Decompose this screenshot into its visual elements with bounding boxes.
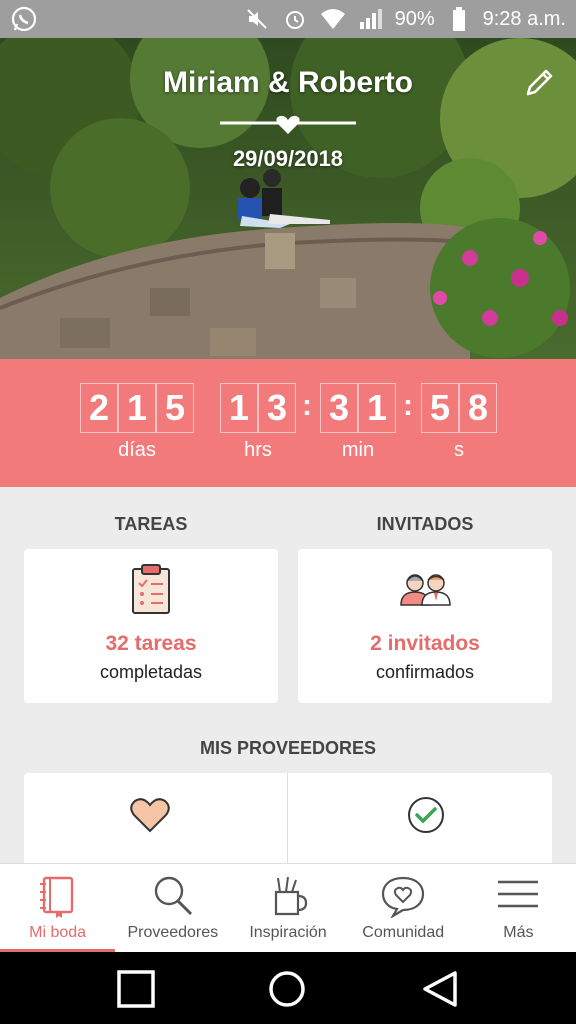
vendors-favorites-tile[interactable] [24,773,287,863]
mute-icon [243,5,271,33]
whatsapp-icon [10,5,38,33]
inspiration-icon [274,876,308,916]
nav-label: Comunidad [362,924,445,941]
clock-time: 9:28 a.m. [482,7,566,30]
countdown-separator: : [403,389,413,422]
tasks-section-title: TAREAS [114,514,188,534]
clipboard-checklist-icon [132,564,170,614]
countdown-days-digit: 5 [156,383,194,433]
recent-apps-icon[interactable] [117,970,155,1008]
nav-label: Mi boda [29,924,87,941]
vendors-card [24,773,552,863]
edit-pencil-icon[interactable] [522,66,556,100]
countdown-seconds-digit: 8 [459,383,497,433]
countdown-hours-digit: 3 [258,383,296,433]
system-navigation-bar [0,952,576,1024]
heart-divider-icon [220,115,356,134]
guests-count: 2 invitados [370,632,480,655]
guests-status: confirmados [375,662,475,682]
alarm-icon [281,5,309,33]
nav-proveedores[interactable]: Proveedores [115,864,230,952]
wedding-countdown: 2 1 5 días 1 3 hrs : 3 1 min : 5 8 s [0,359,576,487]
check-circle-icon [408,797,444,833]
back-icon[interactable] [421,970,459,1008]
vendors-section-title: MIS PROVEEDORES [199,738,377,758]
countdown-minutes-digit: 1 [358,383,396,433]
battery-percent: 90% [394,7,435,30]
couple-names: Miriam & Roberto [162,66,414,99]
countdown-hours-digit: 1 [220,383,258,433]
countdown-hours-label: hrs [244,439,272,461]
guests-couple-icon [400,574,451,606]
tasks-card[interactable]: 32 tareas completadas [24,549,278,703]
chat-heart-icon [382,876,425,918]
nav-label: Más [503,924,534,941]
search-icon [154,876,192,916]
countdown-seconds-label: s [454,439,464,461]
signal-icon [357,5,385,33]
nav-label: Inspiración [249,924,327,941]
countdown-seconds-digit: 5 [421,383,459,433]
nav-inspiracion[interactable]: Inspiración [230,864,345,952]
vendors-hired-tile[interactable] [288,773,552,863]
wedding-date: 29/09/2018 [232,146,344,171]
countdown-days-label: días [118,439,156,461]
countdown-minutes-label: min [341,439,375,461]
bottom-navigation: Mi boda Proveedores Inspiración Comunida… [0,863,576,952]
tasks-count: 32 tareas [105,632,197,655]
countdown-days-digit: 1 [118,383,156,433]
couple-hero-photo: Miriam & Roberto 29/09/2018 [0,38,576,359]
countdown-days-digit: 2 [80,383,118,433]
nav-label: Proveedores [127,924,219,941]
battery-icon [445,5,473,33]
guests-section-title: INVITADOS [376,514,474,534]
guests-card[interactable]: 2 invitados confirmados [298,549,552,703]
notebook-icon [39,876,73,918]
nav-comunidad[interactable]: Comunidad [346,864,461,952]
menu-icon [498,880,539,908]
tasks-status: completadas [99,662,203,682]
home-icon[interactable] [268,970,306,1008]
nav-mas[interactable]: Más [461,864,576,952]
wifi-icon [319,5,347,33]
status-bar: 90% 9:28 a.m. [0,0,576,38]
countdown-separator: : [302,389,312,422]
heart-icon [130,798,170,833]
nav-mi-boda[interactable]: Mi boda [0,864,116,952]
countdown-minutes-digit: 3 [320,383,358,433]
